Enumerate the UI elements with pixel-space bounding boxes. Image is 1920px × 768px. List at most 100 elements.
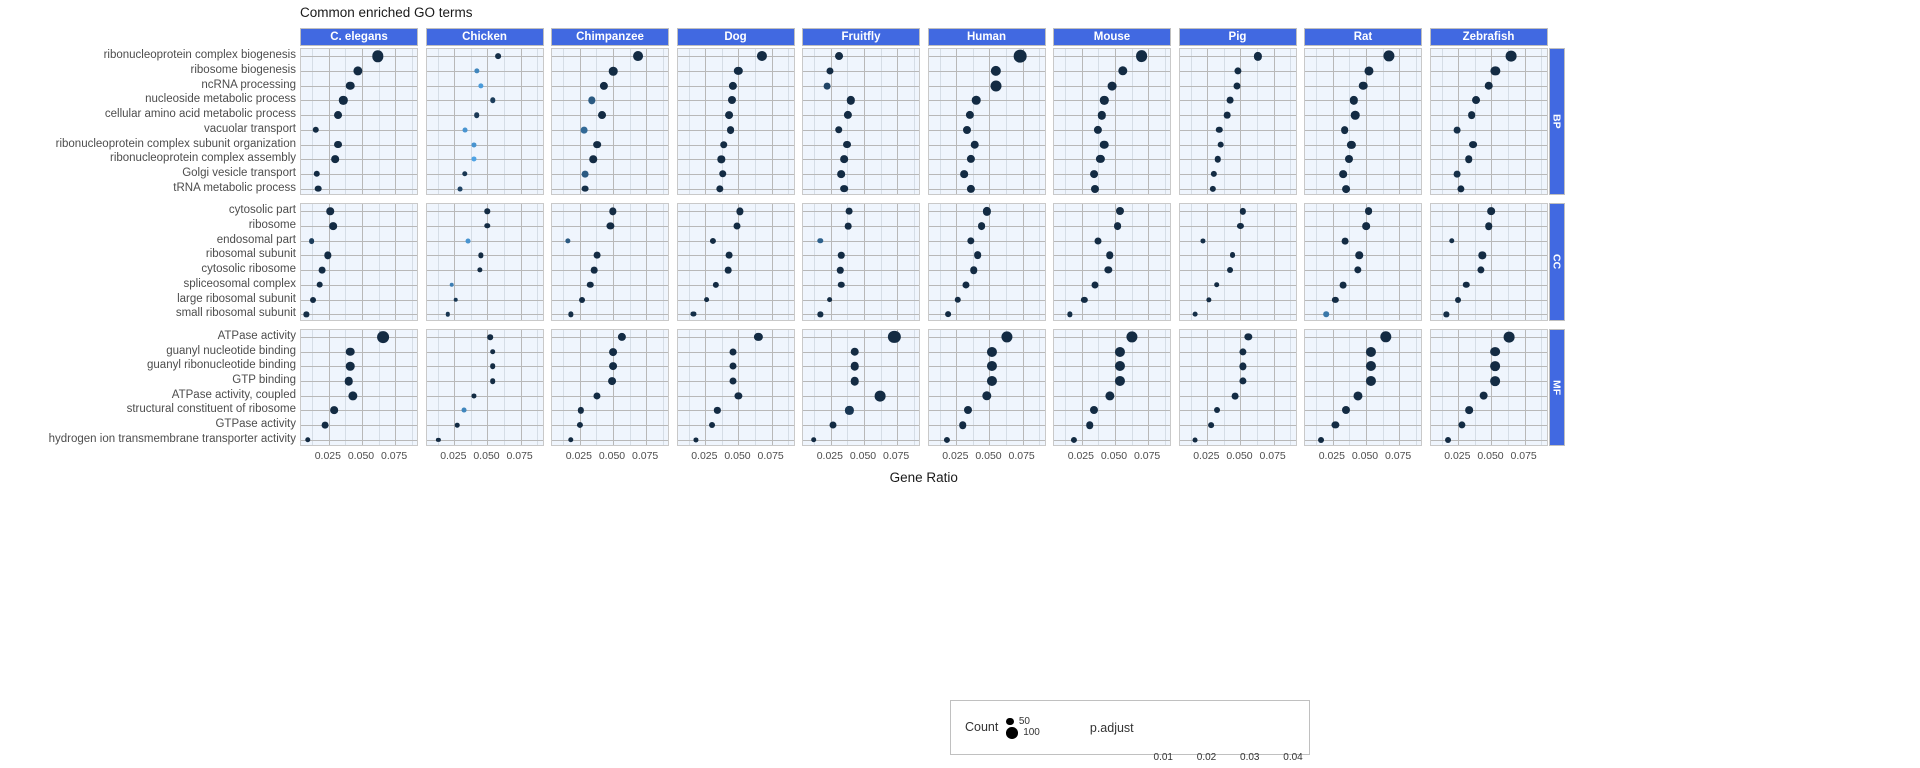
gridline-horizontal bbox=[1430, 299, 1547, 301]
data-point bbox=[474, 112, 480, 118]
data-point bbox=[710, 237, 717, 244]
data-point bbox=[1200, 238, 1206, 244]
panel-BP bbox=[1053, 48, 1171, 195]
data-point bbox=[970, 140, 980, 149]
gridline-horizontal bbox=[552, 299, 668, 301]
data-point bbox=[874, 390, 886, 402]
data-point bbox=[328, 222, 337, 230]
data-point bbox=[1331, 421, 1340, 429]
gridline-horizontal bbox=[552, 56, 668, 58]
data-point bbox=[1126, 331, 1138, 343]
panel-CC bbox=[1178, 203, 1297, 321]
panel-CC bbox=[1429, 203, 1548, 321]
panel-BP bbox=[300, 48, 418, 195]
gridline-horizontal bbox=[1054, 188, 1170, 190]
legend: Count 50 100 p.adjust 0.01 0.02 0.03 0.04 bbox=[950, 700, 1310, 763]
data-point bbox=[703, 296, 710, 303]
data-point bbox=[1380, 331, 1392, 343]
gridline-vertical bbox=[1081, 329, 1083, 446]
legend-size-item: 50 bbox=[1006, 716, 1040, 727]
data-point bbox=[714, 407, 721, 414]
gridline-horizontal bbox=[1305, 240, 1421, 242]
gridline-horizontal bbox=[1430, 366, 1547, 368]
gridline-vertical-minor bbox=[1474, 329, 1476, 446]
count-legend-title: Count bbox=[965, 720, 999, 735]
x-axis-tick-label: 0.075 bbox=[631, 450, 659, 463]
data-point bbox=[1448, 238, 1455, 244]
data-point bbox=[1344, 155, 1353, 164]
gridline-horizontal bbox=[1305, 129, 1421, 131]
gridline-vertical-minor bbox=[1223, 204, 1225, 320]
facet-column: Chicken bbox=[425, 28, 544, 447]
x-axis-tick-label: 0.050 bbox=[975, 450, 1002, 463]
gridline-vertical-minor bbox=[537, 204, 539, 320]
gridline-horizontal bbox=[301, 240, 417, 242]
gridline-horizontal bbox=[803, 366, 919, 368]
data-point bbox=[960, 170, 969, 178]
facet-strip-chimpanzee: Chimpanzee bbox=[551, 28, 669, 46]
gridline-vertical-minor bbox=[1541, 204, 1543, 320]
data-point bbox=[1104, 266, 1113, 274]
gridline-horizontal bbox=[301, 336, 417, 338]
data-point bbox=[1226, 97, 1234, 104]
data-point bbox=[309, 296, 316, 303]
data-point bbox=[1458, 421, 1466, 429]
gridline-vertical-minor bbox=[1164, 329, 1166, 446]
colorbar-tick-label: 0.04 bbox=[1283, 751, 1303, 763]
x-axis-tick-label: 0.025 bbox=[1193, 450, 1220, 463]
gridline-horizontal bbox=[426, 299, 543, 301]
gridline-vertical bbox=[646, 329, 648, 446]
gridline-horizontal bbox=[1179, 240, 1296, 242]
panel-BP bbox=[551, 48, 669, 195]
data-point bbox=[308, 237, 315, 244]
gridline-horizontal bbox=[1054, 159, 1170, 161]
gridline-horizontal bbox=[1179, 270, 1296, 272]
gridline-horizontal bbox=[426, 425, 543, 427]
panel-CC bbox=[927, 203, 1046, 321]
data-point bbox=[471, 156, 477, 162]
data-point bbox=[729, 362, 737, 370]
x-axis-tick-label: 0.050 bbox=[598, 450, 626, 463]
x-axis-tick-label: 0.075 bbox=[1133, 450, 1161, 463]
gridline-horizontal bbox=[426, 439, 543, 441]
data-point bbox=[1487, 207, 1496, 216]
data-point bbox=[471, 393, 477, 399]
facet-column: Zebrafish bbox=[1429, 28, 1548, 447]
gridline-vertical-minor bbox=[721, 329, 723, 446]
gridline-horizontal bbox=[1430, 255, 1547, 257]
gridline-vertical-minor bbox=[972, 329, 974, 446]
gridline-vertical-minor bbox=[1006, 329, 1008, 446]
data-point bbox=[850, 347, 859, 356]
colorbar-tick bbox=[1293, 727, 1294, 734]
data-point bbox=[845, 406, 854, 415]
data-point bbox=[1364, 66, 1374, 76]
gridline-horizontal bbox=[1179, 115, 1296, 117]
gridline-vertical-minor bbox=[1131, 204, 1133, 320]
data-point bbox=[331, 155, 340, 164]
data-point bbox=[1503, 331, 1515, 343]
data-point bbox=[1113, 222, 1122, 230]
gridline-vertical-minor bbox=[1290, 204, 1292, 320]
gridline-horizontal bbox=[1305, 56, 1421, 58]
gridline-vertical bbox=[361, 204, 363, 320]
gridline-vertical-minor bbox=[1257, 329, 1259, 446]
x-axis-tick-label: 0.025 bbox=[1444, 450, 1471, 463]
gridline-vertical-minor bbox=[1006, 204, 1008, 320]
data-point bbox=[1353, 391, 1363, 401]
colorbar-tick bbox=[1163, 743, 1165, 750]
gridline-vertical bbox=[1022, 329, 1024, 446]
gridline-horizontal bbox=[803, 284, 919, 286]
gridline-horizontal bbox=[426, 100, 543, 102]
y-axis-tick-label: cellular amino acid metabolic process bbox=[104, 108, 296, 121]
gridline-vertical-minor bbox=[1349, 329, 1351, 446]
gridline-horizontal bbox=[677, 299, 794, 301]
legend-size-dot bbox=[1006, 717, 1014, 726]
gridline-horizontal bbox=[1054, 115, 1170, 117]
colorbar-tick bbox=[1206, 727, 1208, 734]
y-axis-tick-label: vacuolar transport bbox=[203, 122, 296, 135]
data-point bbox=[345, 347, 355, 356]
gridline-horizontal bbox=[677, 115, 794, 117]
data-point bbox=[598, 111, 607, 120]
data-point bbox=[478, 252, 484, 259]
facet-strip-MF: MF bbox=[1548, 328, 1565, 447]
